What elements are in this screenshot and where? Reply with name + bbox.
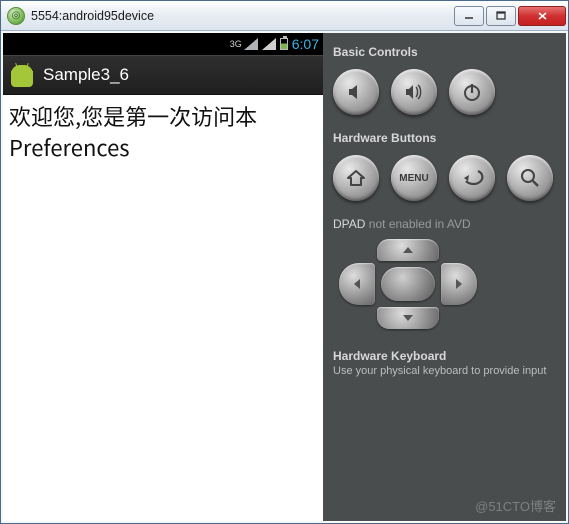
window-controls — [454, 6, 568, 26]
titlebar[interactable]: ◎ 5554:android95device — [1, 1, 568, 31]
dpad-label-text: DPAD — [333, 217, 365, 231]
emulator-controls-panel: Basic Controls Hardware Buttons MENU — [323, 33, 566, 521]
signal-bars-icon — [262, 38, 276, 50]
network-type-icon: 3G — [230, 39, 242, 49]
dpad-down[interactable] — [377, 307, 439, 329]
menu-button-label: MENU — [399, 173, 428, 184]
search-button[interactable] — [507, 155, 553, 201]
clock: 6:07 — [292, 36, 319, 52]
emulator-window: ◎ 5554:android95device 3G 6:07 — [0, 0, 569, 524]
dpad-left[interactable] — [339, 263, 375, 305]
volume-down-button[interactable] — [333, 69, 379, 115]
android-launcher-icon — [11, 63, 33, 87]
app-title: Sample3_6 — [43, 65, 129, 85]
basic-controls-row — [333, 69, 556, 115]
home-button[interactable] — [333, 155, 379, 201]
dpad-up[interactable] — [377, 239, 439, 261]
hardware-buttons-row: MENU — [333, 155, 556, 201]
hardware-buttons-title: Hardware Buttons — [333, 131, 556, 145]
dpad-center[interactable] — [381, 267, 435, 301]
basic-controls-title: Basic Controls — [333, 45, 556, 59]
back-button[interactable] — [449, 155, 495, 201]
dpad-status-text: not enabled in AVD — [369, 217, 471, 231]
battery-icon — [280, 38, 288, 50]
app-icon: ◎ — [7, 7, 25, 25]
phone-screen[interactable]: 3G 6:07 Sample3_6 欢迎您,您是第一次访问本Preference… — [3, 33, 323, 521]
volume-up-button[interactable] — [391, 69, 437, 115]
window-body: 3G 6:07 Sample3_6 欢迎您,您是第一次访问本Preference… — [1, 31, 568, 523]
hardware-keyboard-title: Hardware Keyboard — [333, 349, 556, 363]
dpad-title: DPAD not enabled in AVD — [333, 217, 556, 231]
close-button[interactable] — [518, 6, 566, 26]
dpad-right[interactable] — [441, 263, 477, 305]
app-actionbar: Sample3_6 — [3, 55, 323, 95]
power-button[interactable] — [449, 69, 495, 115]
window-title: 5554:android95device — [31, 9, 154, 23]
hardware-keyboard-subtext: Use your physical keyboard to provide in… — [333, 365, 556, 377]
dpad — [333, 239, 483, 329]
app-content-text: 欢迎您,您是第一次访问本Preferences — [3, 95, 323, 521]
maximize-button[interactable] — [486, 6, 516, 26]
minimize-button[interactable] — [454, 6, 484, 26]
signal-bars-icon — [244, 38, 258, 50]
watermark: @51CTO博客 — [475, 496, 556, 515]
android-statusbar[interactable]: 3G 6:07 — [3, 33, 323, 55]
menu-button[interactable]: MENU — [391, 155, 437, 201]
